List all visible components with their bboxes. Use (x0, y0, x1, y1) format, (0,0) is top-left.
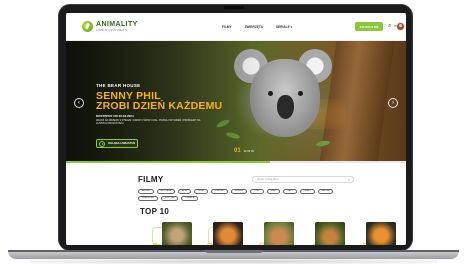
main-nav: FILMY ZWIERZĘTA SERIALE (222, 25, 292, 29)
slide-counter-other[interactable]: 02 03 04 (244, 150, 254, 153)
laptop-mockup: ANIMALITY WORLD OF ANIMALS FILMY ZWIERZĘ… (0, 0, 467, 268)
hero-banner: THE BEAR HOUSE SENNY PHIL ZROBI DZIEŃ KA… (66, 41, 406, 163)
filter-chip[interactable]: AZJA (178, 189, 191, 194)
filter-chip[interactable]: DZIKIE (193, 189, 208, 194)
slide-counter-current[interactable]: 01 (234, 148, 241, 154)
filter-chip[interactable]: AUSTRALIA (156, 189, 176, 194)
filter-chip[interactable]: DOMOWE (210, 189, 228, 194)
filter-chip[interactable]: AFRYKA (138, 189, 154, 194)
hero-description: WEJDŹ NA DRZEWO Z PHILEM I ODKRYJ ŚWIAT … (96, 119, 201, 126)
film-card-lion-cub[interactable] (315, 222, 345, 245)
hero-eyebrow: THE BEAR HOUSE (96, 83, 141, 88)
filter-chip[interactable]: PUSTYNIA (160, 196, 179, 201)
film-card-tiger[interactable] (213, 222, 243, 245)
site-logo[interactable]: ANIMALITY WORLD OF ANIMALS (82, 21, 138, 32)
camera-notch (224, 6, 244, 9)
play-icon (99, 140, 105, 147)
laptop-opening-slot (205, 250, 263, 253)
film-search-input[interactable]: Wpisz nazwę filmu (252, 176, 354, 183)
filter-chip[interactable]: DŻUNGLA (181, 196, 199, 201)
logo-name: ANIMALITY (96, 21, 138, 29)
search-icon[interactable]: ⌕ (388, 22, 391, 31)
next-slide-button[interactable]: › (388, 98, 398, 108)
rank-number: 1 (152, 239, 160, 245)
nav-item-animals[interactable]: ZWIERZĘTA (245, 25, 263, 29)
film-card-alpaca[interactable] (264, 222, 294, 245)
filter-chip[interactable]: GADY (283, 189, 297, 194)
filter-chip[interactable]: PTAKI (250, 189, 264, 194)
search-icon[interactable]: ⌕ (348, 176, 350, 183)
site-header: ANIMALITY WORLD OF ANIMALS FILMY ZWIERZĘ… (66, 13, 406, 41)
watch-trailer-label: OGLĄDAJ ZWIASTUN (108, 142, 136, 145)
slide-counter: 01 02 03 04 (234, 148, 254, 154)
films-title: FILMY (138, 175, 164, 184)
hero-headline-line2: ZROBI DZIEŃ KAŻDEMU (96, 100, 223, 112)
film-card-tiger-2[interactable] (366, 222, 396, 245)
category-filters: AFRYKA AUSTRALIA AZJA DZIKIE DOMOWE MORS… (138, 189, 356, 201)
logo-icon (82, 21, 93, 32)
filter-chip[interactable]: NATURA (317, 189, 334, 194)
hero-release-date: DOSTĘPNY OD 23.03.2024 (96, 114, 134, 118)
top10-carousel (162, 222, 396, 245)
login-button[interactable]: ZALOGUJ SIĘ (355, 22, 383, 31)
filter-chip[interactable]: OWADY (299, 189, 315, 194)
logo-tagline: WORLD OF ANIMALS (96, 28, 128, 33)
film-card-meerkat[interactable] (162, 222, 192, 245)
filter-chip[interactable]: MORSKIE (230, 189, 248, 194)
filter-chip[interactable]: DRAPIEŻNIKI (138, 196, 158, 201)
hero-text-block: THE BEAR HOUSE SENNY PHIL ZROBI DZIEŃ KA… (96, 83, 222, 125)
prev-slide-button[interactable]: ‹ (74, 98, 84, 108)
hero-progress-line (66, 161, 406, 163)
website-screen: ANIMALITY WORLD OF ANIMALS FILMY ZWIERZĘ… (66, 13, 406, 245)
koala-nose (277, 95, 294, 119)
nav-item-series[interactable]: SERIALE (276, 25, 292, 29)
filter-chip[interactable]: SSAKI (266, 189, 281, 194)
avatar[interactable] (396, 22, 405, 31)
top10-title: TOP 10 (140, 207, 170, 216)
watch-trailer-button[interactable]: OGLĄDAJ ZWIASTUN (96, 139, 138, 148)
laptop-shadow (30, 259, 437, 264)
nav-item-films[interactable]: FILMY (222, 25, 232, 29)
hero-headline: SENNY PHIL ZROBI DZIEŃ KAŻDEMU (96, 91, 223, 112)
